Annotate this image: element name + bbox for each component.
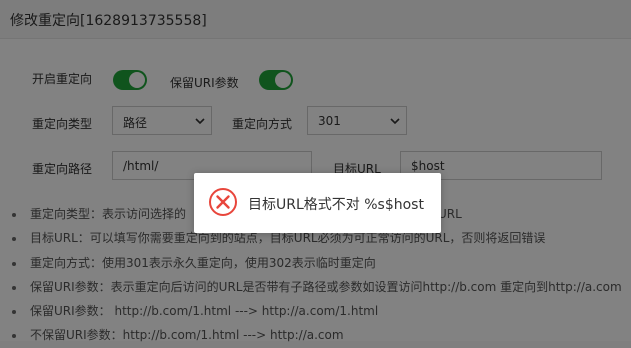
error-toast: 目标URL格式不对 %s$host — [194, 173, 441, 233]
toast-message: 目标URL格式不对 %s$host — [248, 197, 424, 213]
error-circle-icon — [209, 188, 237, 216]
modal-overlay — [0, 0, 631, 341]
